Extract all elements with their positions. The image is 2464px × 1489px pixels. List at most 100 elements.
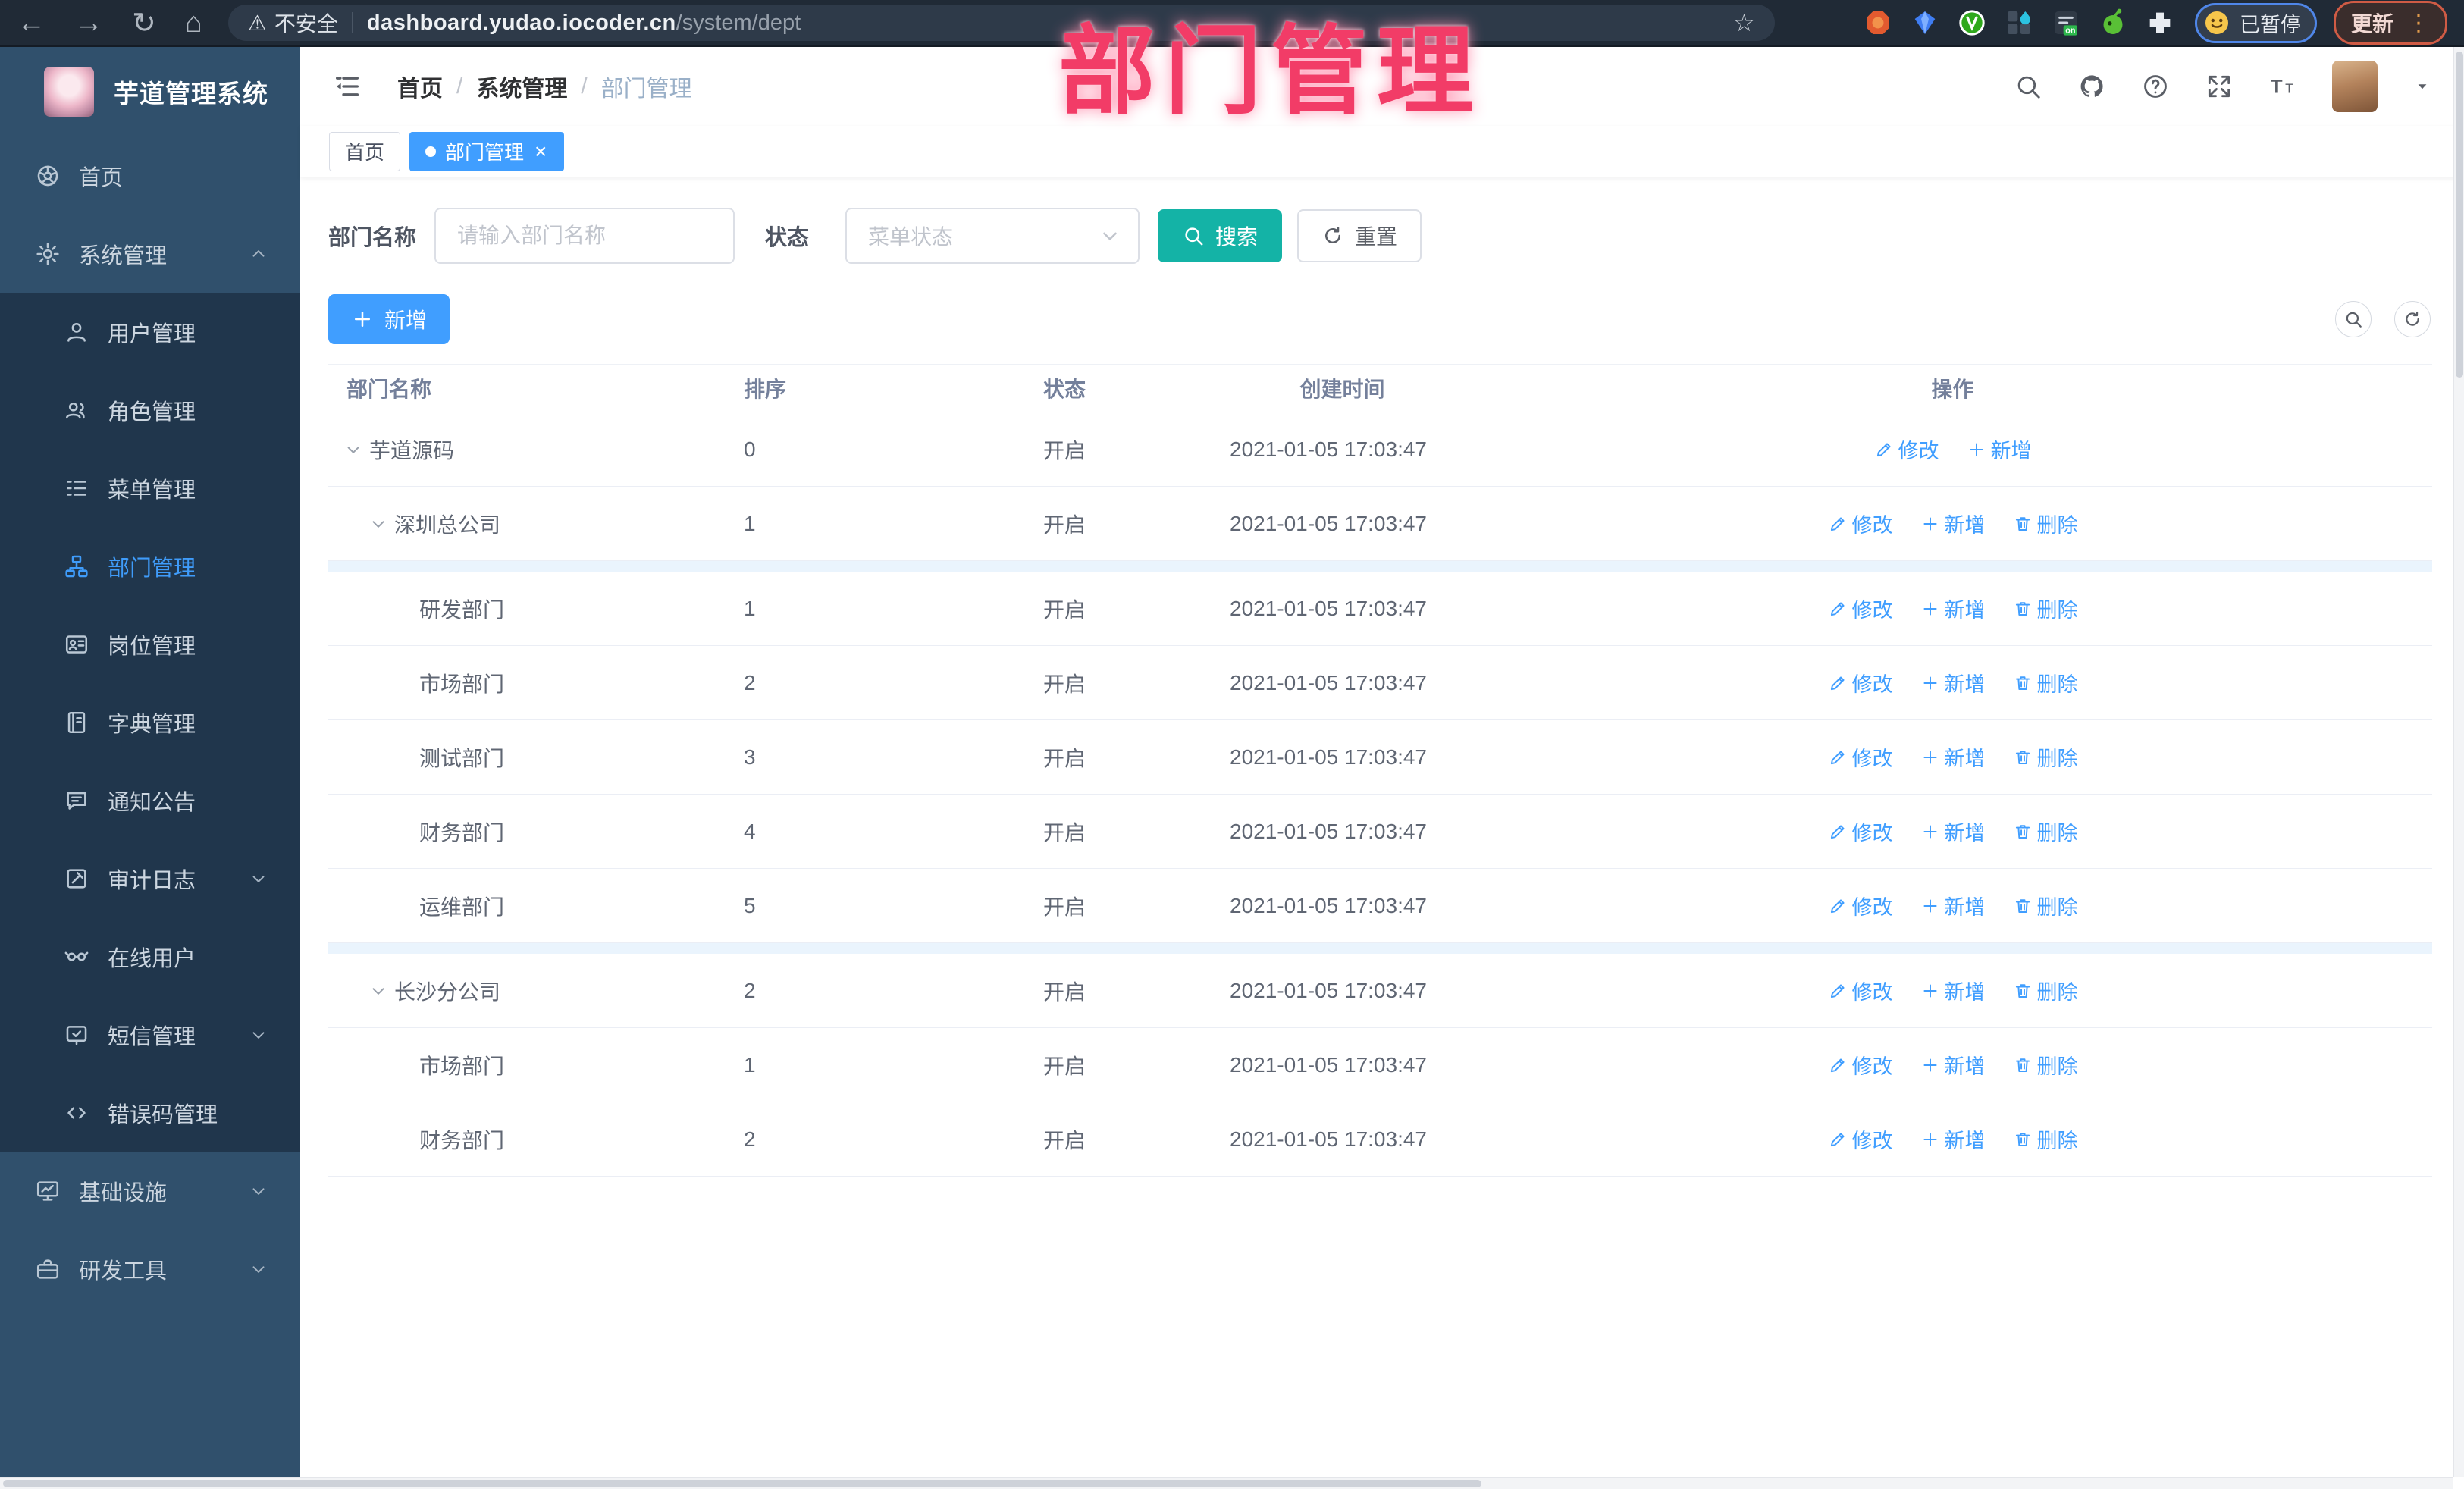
row-action-add-link[interactable]: 新增 (1920, 891, 1986, 920)
github-icon[interactable] (2077, 72, 2106, 101)
browser-menu-dots-icon[interactable]: ⋮ (2407, 10, 2430, 36)
row-action-edit-link[interactable]: 修改 (1828, 891, 1893, 920)
row-action-add-link[interactable]: 新增 (1967, 434, 2032, 464)
browser-update-button[interactable]: 更新 ⋮ (2333, 1, 2447, 45)
header-created: 创建时间 (1299, 378, 1385, 401)
horizontal-scrollbar-thumb[interactable] (3, 1480, 1481, 1487)
header-actions: 操作 (1931, 378, 1974, 401)
row-action-delete-link[interactable]: 删除 (2013, 742, 2078, 772)
browser-profile-chip[interactable]: 已暂停 (2194, 2, 2317, 43)
reset-button[interactable]: 重置 (1297, 209, 1422, 262)
online-users-icon (64, 944, 89, 970)
bookmark-star-icon[interactable]: ☆ (1733, 8, 1755, 37)
status-select[interactable]: 菜单状态 (845, 208, 1140, 264)
row-action-add-link[interactable]: 新增 (1920, 668, 1986, 697)
delete-icon (2013, 1130, 2033, 1149)
expand-chevron-icon[interactable] (368, 514, 388, 534)
sidebar-item-online-user[interactable]: 在线用户 (0, 917, 300, 995)
row-action-edit-link[interactable]: 修改 (1874, 434, 1939, 464)
sidebar-item-post[interactable]: 岗位管理 (0, 605, 300, 683)
error-code-icon (64, 1100, 89, 1126)
sidebar-item-home[interactable]: 首页 (0, 136, 300, 215)
breadcrumb-item[interactable]: 系统管理 (476, 70, 567, 103)
row-action-add-link[interactable]: 新增 (1920, 742, 1986, 772)
browser-forward-icon[interactable]: → (74, 7, 103, 39)
app-frame: 芋道管理系统 首页 系统管理 用户管理 角色管理 菜单管理 部门管理 岗位管理 … (0, 47, 2464, 1489)
row-action-add-link[interactable]: 新增 (1920, 817, 1986, 846)
row-action-delete-link[interactable]: 删除 (2013, 817, 2078, 846)
extension-puzzle-icon[interactable] (2145, 8, 2175, 38)
extension-blue-gem-icon[interactable] (1910, 8, 1940, 38)
sidebar-item-audit-log[interactable]: 审计日志 (0, 839, 300, 917)
sidebar-item-user[interactable]: 用户管理 (0, 293, 300, 371)
hamburger-icon[interactable] (332, 71, 362, 102)
row-action-delete-link[interactable]: 删除 (2013, 976, 2078, 1005)
extension-green-bot-icon[interactable] (2098, 8, 2128, 38)
dept-name-input[interactable] (434, 208, 735, 264)
sidebar-item-dict[interactable]: 字典管理 (0, 683, 300, 761)
vertical-scrollbar[interactable] (2453, 47, 2464, 1477)
close-icon[interactable]: × (533, 140, 548, 162)
row-action-add-link[interactable]: 新增 (1920, 509, 1986, 538)
insecure-label[interactable]: 不安全 (274, 8, 338, 38)
row-action-edit-link[interactable]: 修改 (1828, 1124, 1893, 1154)
sidebar-item-role[interactable]: 角色管理 (0, 371, 300, 449)
search-button[interactable]: 搜索 (1158, 209, 1283, 262)
add-button[interactable]: 新增 (328, 294, 450, 344)
extension-list-on-badge-icon[interactable]: on (2051, 8, 2081, 38)
tab-home[interactable]: 首页 (329, 131, 401, 171)
browser-home-icon[interactable]: ⌂ (185, 7, 202, 39)
extension-green-badge-icon[interactable] (1957, 8, 1987, 38)
row-action-delete-link[interactable]: 删除 (2013, 891, 2078, 920)
chevron-up-icon (249, 244, 268, 264)
toggle-search-button[interactable] (2335, 301, 2372, 337)
page-content: 部门名称 状态 菜单状态 搜索 (300, 177, 2464, 1489)
row-action-add-link[interactable]: 新增 (1920, 594, 1986, 623)
horizontal-scrollbar[interactable] (0, 1477, 2453, 1489)
row-action-edit-link[interactable]: 修改 (1828, 594, 1893, 623)
browser-back-icon[interactable]: ← (17, 7, 45, 39)
sidebar-item-notice[interactable]: 通知公告 (0, 761, 300, 839)
sidebar-item-menu[interactable]: 菜单管理 (0, 449, 300, 527)
row-action-delete-link[interactable]: 删除 (2013, 1050, 2078, 1080)
actions-cell: 修改 新增 删除 (1473, 1050, 2432, 1080)
row-action-edit-link[interactable]: 修改 (1828, 1050, 1893, 1080)
caret-down-icon[interactable] (2412, 77, 2432, 96)
row-action-add-link[interactable]: 新增 (1920, 1124, 1986, 1154)
row-action-edit-link[interactable]: 修改 (1828, 976, 1893, 1005)
row-action-edit-link[interactable]: 修改 (1828, 742, 1893, 772)
extension-grid-drop-icon[interactable] (2004, 8, 2034, 38)
fullscreen-icon[interactable] (2205, 72, 2234, 101)
breadcrumb-item[interactable]: 首页 (397, 70, 443, 103)
search-icon[interactable] (2014, 72, 2042, 101)
logo-row[interactable]: 芋道管理系统 (0, 47, 300, 136)
row-action-add-link[interactable]: 新增 (1920, 1050, 1986, 1080)
vertical-scrollbar-thumb[interactable] (2456, 52, 2463, 378)
sidebar-item-infra[interactable]: 基础设施 (0, 1152, 300, 1230)
font-size-icon[interactable]: TT (2268, 72, 2297, 101)
user-avatar[interactable] (2332, 61, 2378, 112)
row-action-delete-link[interactable]: 删除 (2013, 509, 2078, 538)
filter-form: 部门名称 状态 菜单状态 搜索 (328, 208, 2432, 264)
help-icon[interactable] (2141, 72, 2170, 101)
row-action-delete-link[interactable]: 删除 (2013, 1124, 2078, 1154)
row-action-edit-link[interactable]: 修改 (1828, 668, 1893, 697)
sidebar-item-system[interactable]: 系统管理 (0, 215, 300, 293)
browser-reload-icon[interactable]: ↻ (132, 6, 156, 40)
refresh-table-button[interactable] (2394, 301, 2431, 337)
expand-chevron-icon[interactable] (343, 440, 363, 459)
row-action-edit-link[interactable]: 修改 (1828, 509, 1893, 538)
sidebar-item-dev-tools[interactable]: 研发工具 (0, 1230, 300, 1308)
sidebar-item-dept[interactable]: 部门管理 (0, 527, 300, 605)
address-bar[interactable]: ⚠ 不安全 dashboard.yudao.iocoder.cn /system… (227, 5, 1775, 41)
row-action-add-link[interactable]: 新增 (1920, 976, 1986, 1005)
sidebar-item-error-code[interactable]: 错误码管理 (0, 1074, 300, 1152)
row-action-delete-link[interactable]: 删除 (2013, 594, 2078, 623)
tab-dept[interactable]: 部门管理 × (409, 131, 565, 171)
extension-orange-shield-icon[interactable] (1863, 8, 1893, 38)
sidebar-item-sms[interactable]: 短信管理 (0, 995, 300, 1074)
plus-icon (1967, 440, 1986, 459)
row-action-delete-link[interactable]: 删除 (2013, 668, 2078, 697)
row-action-edit-link[interactable]: 修改 (1828, 817, 1893, 846)
expand-chevron-icon[interactable] (368, 981, 388, 1001)
